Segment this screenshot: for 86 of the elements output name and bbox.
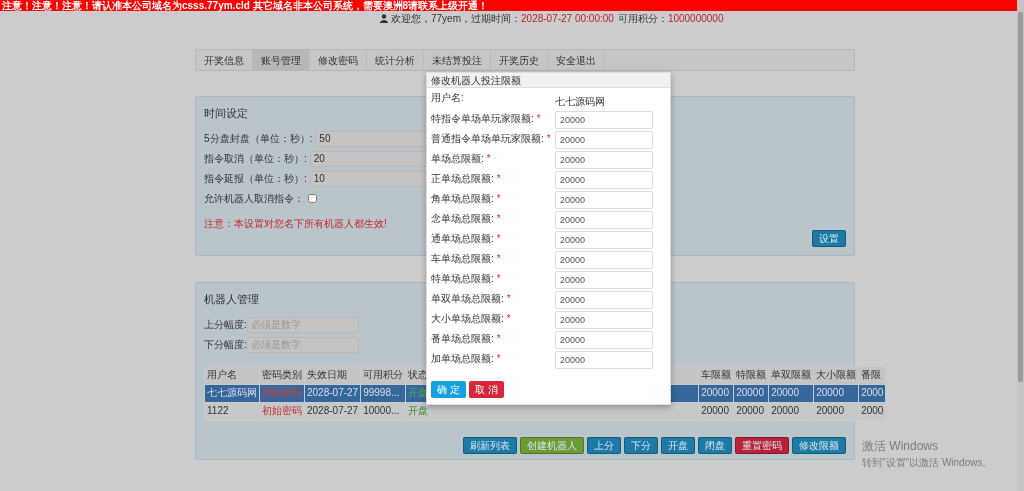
required-mark: * <box>506 313 511 324</box>
settings-button[interactable]: 设置 <box>812 230 846 247</box>
panel-title: 机器人管理 <box>204 292 259 307</box>
column-header: 番限 <box>858 366 886 384</box>
field-label: 指令取消（单位：秒）: <box>204 152 308 166</box>
field-label: 下分幅度: <box>204 338 247 352</box>
required-mark: * <box>496 273 501 284</box>
column-header: 特限额 <box>733 366 769 384</box>
expiry-time: 2028-07-27 00:00:00 <box>521 13 614 24</box>
checkbox[interactable] <box>308 194 317 203</box>
field-label: 大小单场总限额: <box>431 313 504 324</box>
action-button[interactable]: 闭盘 <box>698 436 732 454</box>
activation-title: 激活 Windows <box>862 438 939 455</box>
required-mark: * <box>546 133 551 144</box>
column-header: 单双限额 <box>768 366 814 384</box>
field-label: 通单场总限额: <box>431 233 494 244</box>
nav-tab[interactable]: 未结算投注 <box>424 50 491 71</box>
action-button[interactable]: 下分 <box>624 436 658 454</box>
column-header: 密码类别 <box>259 366 305 384</box>
field-label: 车单场总限额: <box>431 253 494 264</box>
input-field[interactable]: 20000 <box>555 151 653 169</box>
points-value: 1000000000 <box>667 13 724 24</box>
field-label: 单双单场总限额: <box>431 293 504 304</box>
field-label: 特单场总限额: <box>431 273 494 284</box>
action-button[interactable]: 重置密码 <box>735 436 789 454</box>
input-field[interactable]: 20000 <box>555 311 653 329</box>
action-button[interactable]: 上分 <box>587 436 621 454</box>
field-label: 5分盘封盘（单位：秒）: <box>204 132 314 146</box>
points-label: 可用积分： <box>617 13 668 24</box>
dialog-button[interactable]: 取 消 <box>468 381 504 398</box>
required-mark: * <box>496 173 501 184</box>
welcome-text: 欢迎您，77yem，过期时间： <box>391 13 521 24</box>
field-label: 角单场总限额: <box>431 193 494 204</box>
input-field[interactable]: 20000 <box>555 291 653 309</box>
action-button[interactable]: 修改限额 <box>792 436 846 454</box>
input-field[interactable]: 20000 <box>555 251 653 269</box>
input-field[interactable]: 20000 <box>555 351 653 369</box>
table-row[interactable]: 1122 初始密码 2028-07-27 10000... 开盘 20000 20000 20000 20000 2000 <box>204 402 886 420</box>
required-mark: * <box>496 353 501 364</box>
required-mark: * <box>496 333 501 344</box>
action-button[interactable]: 开盘 <box>661 436 695 454</box>
activation-hint: 转到"设置"以激活 Windows。 <box>862 456 993 470</box>
nav-tab[interactable]: 修改密码 <box>310 50 367 71</box>
user-icon <box>380 14 388 23</box>
required-mark: * <box>506 293 511 304</box>
required-mark: * <box>486 153 491 164</box>
required-mark: * <box>496 233 501 244</box>
input-field[interactable]: 20000 <box>555 131 653 149</box>
username-value: 七七源码网 <box>555 95 605 109</box>
input-field[interactable]: 20000 <box>555 111 653 129</box>
input-field[interactable]: 20000 <box>555 331 653 349</box>
column-header: 用户名 <box>204 366 260 384</box>
field-label: 指令延报（单位：秒）: <box>204 172 308 186</box>
field-label: 番单场总限额: <box>431 333 494 344</box>
column-header: 可用积分 <box>360 366 406 384</box>
panel-title: 时间设定 <box>204 106 248 121</box>
nav-tab[interactable]: 统计分析 <box>367 50 424 71</box>
scrollbar[interactable] <box>1017 0 1024 491</box>
nav-tab[interactable]: 开奖历史 <box>491 50 548 71</box>
dialog-title: 修改机器人投注限额 <box>427 73 670 88</box>
input-field[interactable]: 20000 <box>555 231 653 249</box>
input-field[interactable]: 20000 <box>555 211 653 229</box>
input-field[interactable]: 20000 <box>555 271 653 289</box>
nav-tab[interactable]: 账号管理 <box>253 50 310 71</box>
required-mark: * <box>496 253 501 264</box>
field-label: 用户名: <box>431 91 465 103</box>
input-field[interactable]: 20000 <box>555 191 653 209</box>
field-label: 念单场总限额: <box>431 213 494 224</box>
required-mark: * <box>536 113 541 124</box>
column-header: 车限额 <box>698 366 734 384</box>
column-header: 失效日期 <box>304 366 361 384</box>
field-label: 特指令单场单玩家限额: <box>431 113 534 124</box>
scrollbar-thumb[interactable] <box>1018 12 1023 382</box>
required-mark: * <box>496 213 501 224</box>
required-mark: * <box>496 193 501 204</box>
column-header: 大小限额 <box>813 366 859 384</box>
input-field[interactable]: 20000 <box>555 171 653 189</box>
field-label: 上分幅度: <box>204 318 247 332</box>
field-label: 正单场总限额: <box>431 173 494 184</box>
warning-note: 注意：本设置对您名下所有机器人都生效! <box>204 216 387 231</box>
field-label: 单场总限额: <box>431 153 484 164</box>
nav-tab[interactable]: 安全退出 <box>548 50 605 71</box>
field-label: 加单场总限额: <box>431 353 494 364</box>
field-label: 普通指令单场单玩家限额: <box>431 133 544 144</box>
action-button[interactable]: 刷新列表 <box>463 436 517 454</box>
checkbox-label: 允许机器人取消指令： <box>204 192 304 206</box>
